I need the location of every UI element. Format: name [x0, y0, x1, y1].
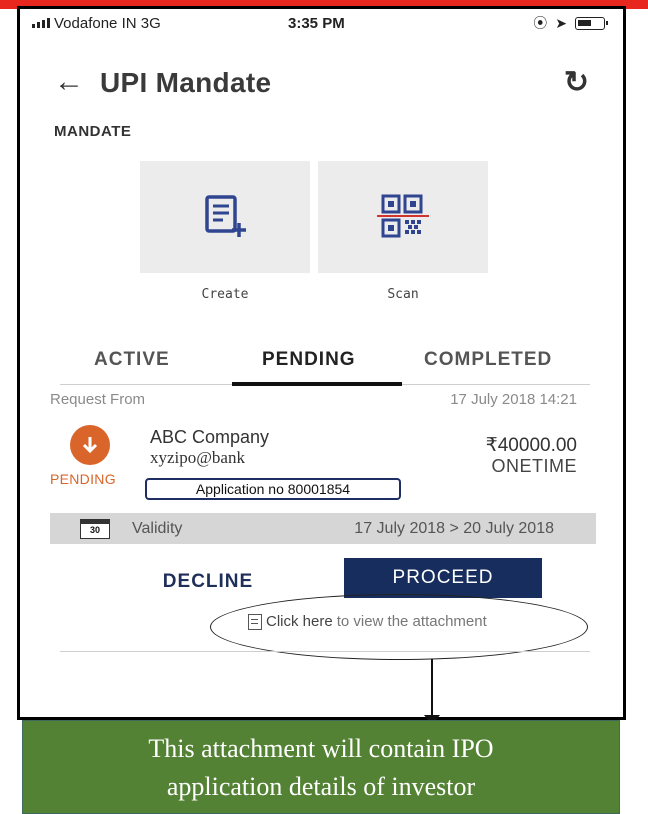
arrow-down-icon [82, 437, 98, 454]
attachment-link-strong: Click here [266, 613, 333, 630]
clock: 3:35 PM [288, 15, 345, 32]
validity-label: Validity [132, 520, 183, 537]
tab-active[interactable]: ACTIVE [94, 349, 170, 371]
tab-completed[interactable]: COMPLETED [424, 349, 552, 371]
status-bar: Vodafone IN 3G 3:35 PM ⦿ ➤ [20, 9, 623, 39]
active-tab-indicator [232, 382, 402, 386]
request-datetime: 17 July 2018 14:21 [450, 391, 577, 408]
decline-button[interactable]: DECLINE [138, 565, 278, 599]
page-title: UPI Mandate [100, 67, 272, 98]
callout-line-1: This attachment will contain IPO [148, 734, 494, 763]
annotation-callout: This attachment will contain IPO applica… [22, 720, 620, 814]
carrier-label: Vodafone IN 3G [54, 15, 161, 32]
proceed-button[interactable]: PROCEED [344, 558, 542, 598]
validity-bar: 30 Validity 17 July 2018 > 20 July 2018 [50, 513, 596, 544]
scan-qr-button[interactable] [318, 161, 488, 273]
callout-line-2: application details of investor [166, 772, 476, 801]
create-label: Create [201, 287, 249, 302]
mandate-amount: ₹40000.00 [485, 435, 577, 456]
validity-range: 17 July 2018 > 20 July 2018 [354, 520, 554, 537]
rotation-lock-icon: ⦿ [533, 15, 548, 31]
mandate-tabs: ACTIVE PENDING COMPLETED [60, 345, 590, 386]
divider [60, 651, 590, 652]
refresh-icon[interactable]: ↻ [564, 65, 589, 100]
status-label: PENDING [50, 471, 116, 487]
tab-pending[interactable]: PENDING [262, 349, 356, 371]
payee-vpa: xyzipo@bank [150, 448, 245, 467]
back-arrow-icon[interactable]: ← [54, 67, 84, 97]
qr-scan-icon [377, 194, 429, 238]
section-label: MANDATE [54, 123, 132, 140]
attachment-icon [248, 613, 262, 630]
scan-label: Scan [387, 287, 419, 302]
view-attachment-link[interactable]: Click here to view the attachment [248, 613, 487, 630]
battery-icon [575, 16, 608, 30]
pending-status-icon [70, 425, 110, 465]
create-mandate-button[interactable] [140, 161, 310, 273]
location-icon: ➤ [555, 14, 567, 31]
mandate-frequency: ONETIME [491, 456, 577, 476]
signal-icon [32, 18, 50, 28]
attachment-link-soft: to view the attachment [336, 613, 487, 630]
calendar-icon: 30 [80, 519, 110, 539]
phone-screen: Vodafone IN 3G 3:35 PM ⦿ ➤ ← UPI Mandate… [17, 6, 626, 725]
status-icons: ⦿ ➤ [533, 13, 608, 33]
payee-company: ABC Company [150, 427, 270, 447]
request-from-label: Request From [50, 391, 146, 408]
app-header: ← UPI Mandate ↻ [20, 59, 623, 109]
callout-arrow-line [431, 659, 433, 719]
create-document-icon [205, 195, 246, 237]
application-number: Application no 80001854 [145, 478, 401, 500]
